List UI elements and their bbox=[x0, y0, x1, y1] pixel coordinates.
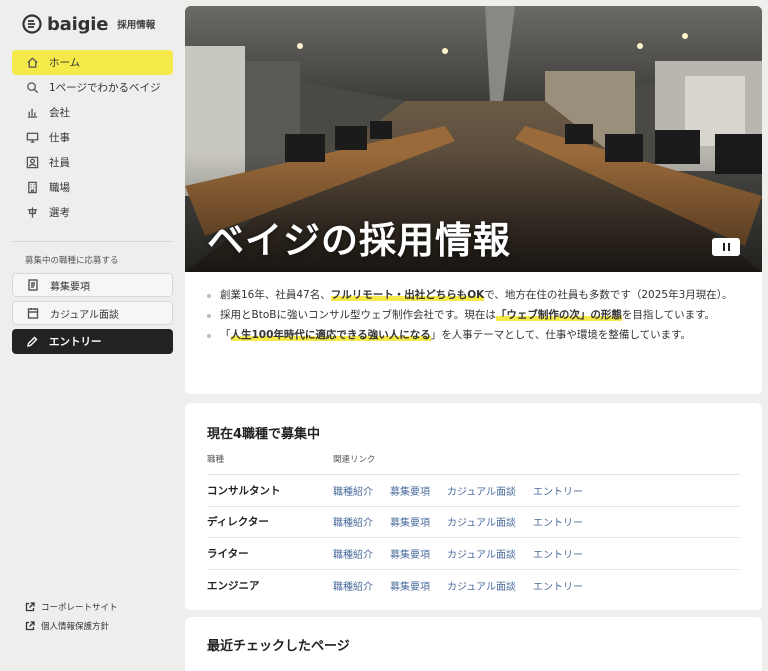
nav-label: 社員 bbox=[49, 157, 70, 169]
nav-label: 仕事 bbox=[49, 132, 70, 144]
job-intro-link[interactable]: 職種紹介 bbox=[333, 514, 373, 529]
main-nav: ホーム 1ページでわかるベイジ 会社 仕事 社員 職場 選考 bbox=[12, 50, 173, 225]
nav-item-employees[interactable]: 社員 bbox=[12, 150, 173, 175]
nav-label: 職場 bbox=[49, 182, 70, 194]
job-name: コンサルタント bbox=[207, 484, 281, 497]
table-row: ライター 職種紹介 募集要項 カジュアル面談 エントリー bbox=[207, 538, 740, 570]
corporate-site-label: コーポレートサイト bbox=[41, 603, 118, 613]
baigie-logo-icon bbox=[22, 14, 42, 34]
logo[interactable]: baigie 採用情報 bbox=[22, 12, 155, 36]
privacy-policy-link[interactable]: 個人情報保護方針 bbox=[25, 620, 109, 632]
brand-sub: 採用情報 bbox=[117, 20, 156, 31]
job-entry-link[interactable]: エントリー bbox=[533, 514, 583, 529]
intro-item: 「人生100年時代に適応できる強い人になる」を人事テーマとして、仕事や環境を整備… bbox=[205, 326, 742, 345]
external-link-icon bbox=[25, 602, 35, 612]
recent-title: 最近チェックしたページ bbox=[207, 639, 350, 654]
hero-slideshow: ベイジの採用情報 bbox=[185, 6, 762, 272]
job-casual-link[interactable]: カジュアル面談 bbox=[447, 483, 516, 498]
table-row: エンジニア 職種紹介 募集要項 カジュアル面談 エントリー bbox=[207, 570, 740, 602]
calendar-icon bbox=[27, 308, 39, 319]
nav-item-home[interactable]: ホーム bbox=[12, 50, 173, 75]
job-requirements-link[interactable]: 募集要項 bbox=[390, 483, 430, 498]
nav-item-work[interactable]: 仕事 bbox=[12, 125, 173, 150]
privacy-policy-label: 個人情報保護方針 bbox=[41, 622, 110, 632]
pause-icon bbox=[722, 243, 725, 251]
apply-section-label: 募集中の職種に応募する bbox=[25, 256, 119, 266]
brand-name: baigie bbox=[47, 13, 109, 35]
intro-list: 創業16年、社員47名、フルリモート・出社どちらもOKで、地方在住の社員も多数で… bbox=[205, 286, 742, 345]
nav-label: 会社 bbox=[49, 107, 70, 119]
nav-label: 選考 bbox=[49, 207, 70, 219]
hero-title: ベイジの採用情報 bbox=[207, 219, 511, 262]
job-entry-link[interactable]: エントリー bbox=[533, 546, 583, 561]
requirements-button[interactable]: 募集要項 bbox=[12, 273, 173, 297]
job-entry-link[interactable]: エントリー bbox=[533, 578, 583, 593]
job-requirements-link[interactable]: 募集要項 bbox=[390, 546, 430, 561]
requirements-label: 募集要項 bbox=[50, 281, 90, 293]
sidebar: baigie 採用情報 ホーム 1ページでわかるベイジ 会社 仕事 社員 職場 bbox=[0, 0, 184, 671]
search-icon bbox=[25, 81, 39, 95]
jobs-table-header: 職種 関連リンク bbox=[207, 453, 740, 475]
external-link-icon bbox=[25, 621, 35, 631]
highlight: 人生100年時代に適応できる強い人になる bbox=[230, 329, 431, 341]
job-casual-link[interactable]: カジュアル面談 bbox=[447, 514, 516, 529]
highlight: 「ウェブ制作の次」の形態 bbox=[495, 309, 622, 321]
job-intro-link[interactable]: 職種紹介 bbox=[333, 578, 373, 593]
pause-button[interactable] bbox=[712, 238, 740, 256]
col-role: 職種 bbox=[207, 455, 225, 465]
entry-label: エントリー bbox=[49, 336, 102, 348]
flow-icon bbox=[25, 206, 39, 220]
document-icon bbox=[28, 279, 38, 291]
intro-panel: 創業16年、社員47名、フルリモート・出社どちらもOKで、地方在住の社員も多数で… bbox=[185, 272, 762, 394]
job-requirements-link[interactable]: 募集要項 bbox=[390, 514, 430, 529]
job-casual-link[interactable]: カジュアル面談 bbox=[447, 546, 516, 561]
jobs-panel: 現在4職種で募集中 職種 関連リンク コンサルタント 職種紹介 募集要項 カジュ… bbox=[185, 403, 762, 610]
jobs-table: コンサルタント 職種紹介 募集要項 カジュアル面談 エントリー ディレクター 職… bbox=[207, 475, 740, 601]
person-icon bbox=[25, 156, 39, 170]
sidebar-divider bbox=[12, 241, 173, 242]
casual-interview-button[interactable]: カジュアル面談 bbox=[12, 301, 173, 325]
highlight: フルリモート・出社どちらもOK bbox=[330, 289, 485, 301]
monitor-icon bbox=[25, 131, 39, 145]
corporate-site-link[interactable]: コーポレートサイト bbox=[25, 601, 118, 613]
job-intro-link[interactable]: 職種紹介 bbox=[333, 483, 373, 498]
job-intro-link[interactable]: 職種紹介 bbox=[333, 546, 373, 561]
nav-item-overview[interactable]: 1ページでわかるベイジ bbox=[12, 75, 173, 100]
building-icon bbox=[25, 181, 39, 195]
table-row: ディレクター 職種紹介 募集要項 カジュアル面談 エントリー bbox=[207, 507, 740, 538]
nav-label: 1ページでわかるベイジ bbox=[49, 82, 161, 94]
job-name: ライター bbox=[207, 547, 249, 560]
nav-item-selection[interactable]: 選考 bbox=[12, 200, 173, 225]
recent-pages-panel: 最近チェックしたページ bbox=[185, 617, 762, 671]
jobs-title: 現在4職種で募集中 bbox=[207, 427, 321, 442]
pencil-icon bbox=[27, 336, 38, 347]
job-entry-link[interactable]: エントリー bbox=[533, 483, 583, 498]
chart-icon bbox=[25, 106, 39, 120]
nav-item-workplace[interactable]: 職場 bbox=[12, 175, 173, 200]
home-icon bbox=[25, 56, 39, 70]
job-name: エンジニア bbox=[207, 579, 260, 592]
job-casual-link[interactable]: カジュアル面談 bbox=[447, 578, 516, 593]
nav-label: ホーム bbox=[49, 57, 81, 69]
casual-interview-label: カジュアル面談 bbox=[50, 309, 119, 321]
entry-button[interactable]: エントリー bbox=[12, 329, 173, 354]
col-links: 関連リンク bbox=[333, 455, 376, 465]
job-requirements-link[interactable]: 募集要項 bbox=[390, 578, 430, 593]
intro-item: 創業16年、社員47名、フルリモート・出社どちらもOKで、地方在住の社員も多数で… bbox=[205, 286, 742, 305]
nav-item-company[interactable]: 会社 bbox=[12, 100, 173, 125]
table-row: コンサルタント 職種紹介 募集要項 カジュアル面談 エントリー bbox=[207, 475, 740, 507]
intro-item: 採用とBtoBに強いコンサル型ウェブ制作会社です。現在は「ウェブ制作の次」の形態… bbox=[205, 306, 742, 325]
job-name: ディレクター bbox=[207, 516, 269, 529]
